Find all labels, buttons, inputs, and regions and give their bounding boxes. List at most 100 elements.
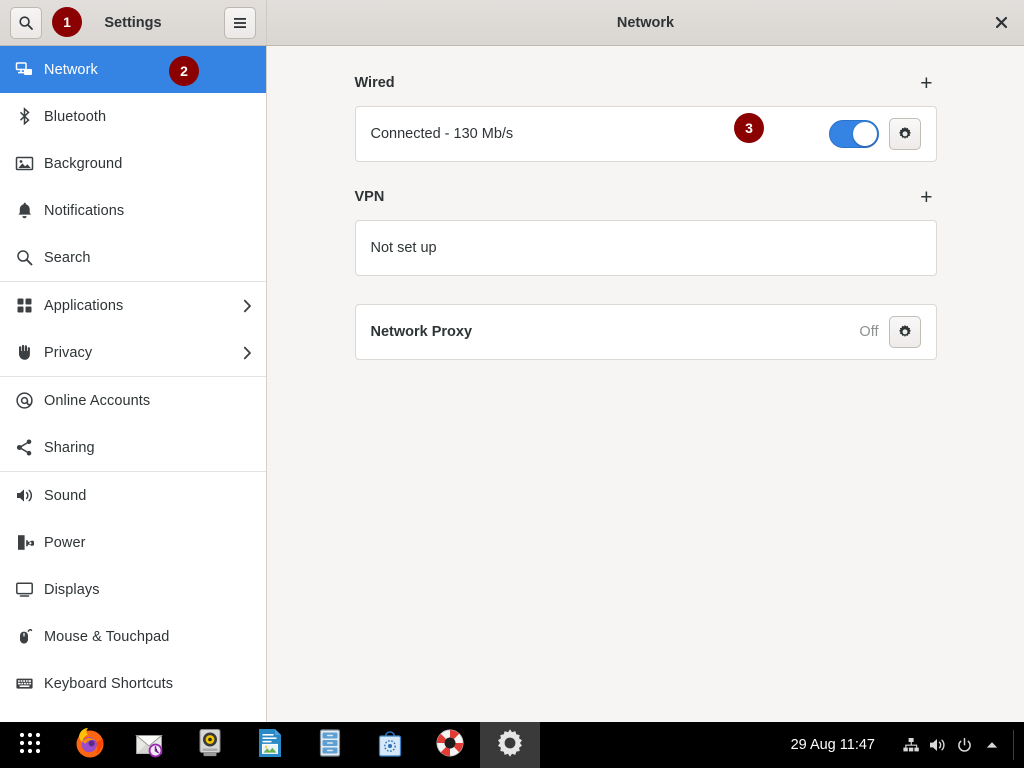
taskbar-divider	[1013, 730, 1014, 760]
vpn-row: Not set up	[356, 221, 936, 275]
sidebar-item-network[interactable]: Network	[0, 46, 266, 93]
power-tray-button[interactable]	[951, 722, 978, 768]
settings-window: Settings Network	[0, 0, 1024, 722]
files-icon	[314, 727, 346, 764]
gear-icon	[897, 126, 913, 142]
annotation-badge-2: 2	[169, 56, 199, 86]
bell-icon	[12, 201, 36, 220]
sidebar-item-label: Applications	[44, 298, 123, 314]
sidebar-item-label: Notifications	[44, 203, 124, 219]
network-wired-icon	[12, 60, 36, 79]
sidebar-item-bluetooth[interactable]: Bluetooth	[0, 93, 266, 140]
rhythmbox-icon	[194, 727, 226, 764]
vpn-title: VPN	[355, 189, 385, 205]
taskbar-rhythmbox-button[interactable]	[180, 722, 240, 768]
volume-icon	[928, 736, 947, 754]
desktop-screen: Settings Network	[0, 0, 1024, 768]
page-title: Network	[617, 15, 674, 31]
taskbar-libreoffice-writer-button[interactable]	[240, 722, 300, 768]
wired-toggle-switch[interactable]	[829, 120, 879, 148]
network-proxy-settings-button[interactable]	[889, 316, 921, 348]
clock[interactable]: 29 Aug 11:47	[791, 737, 875, 753]
toggle-knob	[853, 122, 877, 146]
vpn-section-header: VPN +	[355, 182, 937, 212]
bluetooth-icon	[12, 107, 36, 126]
vpn-status-label: Not set up	[371, 240, 437, 256]
sidebar-item-notifications[interactable]: Notifications	[0, 187, 266, 234]
taskbar-software-center-button[interactable]	[360, 722, 420, 768]
battery-power-icon	[12, 533, 36, 552]
network-proxy-row[interactable]: Network Proxy Off	[356, 305, 936, 359]
speaker-icon	[12, 486, 36, 505]
close-window-button[interactable]	[988, 10, 1014, 36]
header-bar-content-side: Network	[267, 0, 1024, 45]
sidebar-item-label: Power	[44, 535, 86, 551]
taskbar-firefox-button[interactable]	[60, 722, 120, 768]
vpn-card: Not set up	[355, 220, 937, 276]
taskbar-settings-button[interactable]	[480, 722, 540, 768]
at-sign-icon	[12, 391, 36, 410]
sidebar-item-displays[interactable]: Displays	[0, 566, 266, 613]
network-panel: Wired + Connected - 130 Mb/s	[267, 46, 1024, 722]
network-tray-button[interactable]	[897, 722, 924, 768]
power-icon	[956, 737, 973, 754]
show-hidden-icons-button[interactable]	[978, 722, 1005, 768]
sidebar-item-label: Network	[44, 62, 98, 78]
help-icon	[434, 727, 466, 764]
sidebar-item-background[interactable]: Background	[0, 140, 266, 187]
wired-settings-button[interactable]	[889, 118, 921, 150]
grid-apps-icon	[12, 296, 36, 315]
wired-title: Wired	[355, 75, 395, 91]
firefox-icon	[73, 726, 107, 765]
sidebar-item-label: Keyboard Shortcuts	[44, 676, 173, 692]
mouse-icon	[12, 627, 36, 646]
network-proxy-value: Off	[859, 324, 878, 340]
sidebar-item-label: Privacy	[44, 345, 92, 361]
wired-status-label: Connected - 130 Mb/s	[371, 126, 514, 142]
add-wired-connection-button[interactable]: +	[916, 73, 936, 94]
add-vpn-connection-button[interactable]: +	[916, 187, 936, 208]
taskbar-mail-client-button[interactable]	[120, 722, 180, 768]
background-image-icon	[12, 154, 36, 173]
sidebar-item-sharing[interactable]: Sharing	[0, 424, 266, 471]
wired-connection-row[interactable]: Connected - 130 Mb/s	[356, 107, 936, 161]
sidebar-item-privacy[interactable]: Privacy	[0, 329, 266, 376]
sidebar-item-online-accounts[interactable]: Online Accounts	[0, 377, 266, 424]
sidebar-item-label: Sharing	[44, 440, 95, 456]
taskbar-files-button[interactable]	[300, 722, 360, 768]
sidebar-item-label: Search	[44, 250, 91, 266]
sidebar-item-sound[interactable]: Sound	[0, 472, 266, 519]
volume-tray-button[interactable]	[924, 722, 951, 768]
software-center-icon	[374, 727, 406, 764]
sidebar-item-applications[interactable]: Applications	[0, 282, 266, 329]
sidebar-item-search[interactable]: Search	[0, 234, 266, 281]
wired-card: Connected - 130 Mb/s	[355, 106, 937, 162]
show-hidden-icons-icon	[985, 740, 999, 750]
sidebar-item-label: Displays	[44, 582, 100, 598]
search-icon	[12, 248, 36, 267]
main-menu-button[interactable]	[224, 7, 256, 39]
taskbar-app-launchers	[0, 722, 540, 768]
taskbar-show-applications-button[interactable]	[0, 722, 60, 768]
libreoffice-writer-icon	[254, 727, 286, 764]
keyboard-icon	[12, 674, 36, 693]
network-proxy-label: Network Proxy	[371, 324, 473, 340]
header-bar: Settings Network	[0, 0, 1024, 46]
header-bar-sidebar-side: Settings	[0, 0, 267, 45]
taskbar-help-button[interactable]	[420, 722, 480, 768]
settings-icon	[495, 728, 525, 763]
sidebar-item-label: Sound	[44, 488, 86, 504]
chevron-right-icon	[243, 346, 252, 360]
sidebar-item-keyboard-shortcuts[interactable]: Keyboard Shortcuts	[0, 660, 266, 707]
show-applications-icon	[17, 730, 43, 761]
sidebar-item-mouse-touchpad[interactable]: Mouse & Touchpad	[0, 613, 266, 660]
mail-client-icon	[133, 726, 167, 765]
annotation-badge-1: 1	[52, 7, 82, 37]
search-button[interactable]	[10, 7, 42, 39]
network-proxy-card: Network Proxy Off	[355, 304, 937, 360]
sidebar-item-power[interactable]: Power	[0, 519, 266, 566]
close-icon	[995, 16, 1008, 29]
chevron-right-icon	[243, 299, 252, 313]
network-icon	[902, 736, 920, 754]
wired-section-header: Wired +	[355, 68, 937, 98]
